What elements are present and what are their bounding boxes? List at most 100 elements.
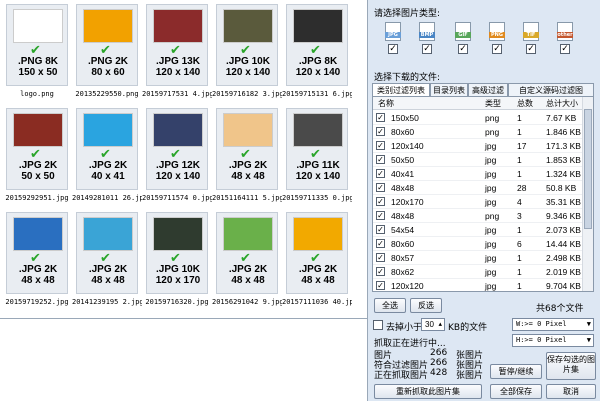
cell-size: 1.324 KB bbox=[546, 169, 581, 179]
column-count[interactable]: 总数 bbox=[517, 98, 533, 109]
file-type-checkbox[interactable]: ✓ bbox=[388, 44, 398, 54]
thumbnail-frame: ✔ .JPG 10K 120 x 140 bbox=[216, 4, 278, 86]
thumbnail-format: .JPG 2K bbox=[228, 264, 268, 275]
cell-size: 2.019 KB bbox=[546, 267, 581, 277]
save-all-button[interactable]: 全部保存 bbox=[490, 384, 542, 399]
cancel-button[interactable]: 取消 bbox=[546, 384, 596, 399]
file-table: 名称 类型 总数 总计大小 ✓ 150x50 png 1 7.67 KB ✓ 80x60 pn… bbox=[372, 96, 594, 292]
thumbnail-frame: ✔ .JPG 2K 40 x 41 bbox=[76, 108, 138, 190]
thumbnail-format: .JPG 2K bbox=[18, 264, 58, 275]
file-type-checkbox[interactable]: ✓ bbox=[526, 44, 536, 54]
check-icon: ✔ bbox=[310, 147, 321, 162]
table-row[interactable]: ✓ 54x54 jpg 1 2.073 KB bbox=[373, 223, 583, 237]
table-row[interactable]: ✓ 48x48 jpg 28 50.8 KB bbox=[373, 181, 583, 195]
thumbnail-dimensions: 120 x 140 bbox=[295, 67, 341, 78]
file-type-checkbox[interactable]: ✓ bbox=[422, 44, 432, 54]
cell-size: 9.346 KB bbox=[546, 211, 581, 221]
thumbnail-dimensions: 48 x 48 bbox=[91, 275, 125, 286]
thumbnail-format: .JPG 2K bbox=[88, 264, 128, 275]
table-row[interactable]: ✓ 80x60 jpg 6 14.44 KB bbox=[373, 237, 583, 251]
cell-type: png bbox=[485, 113, 500, 123]
file-type-label: PNG bbox=[489, 32, 505, 38]
check-icon: ✔ bbox=[30, 43, 41, 58]
height-filter-select[interactable]: H:>= 0 Pixel ▼ bbox=[512, 334, 594, 347]
row-checkbox[interactable]: ✓ bbox=[376, 169, 385, 178]
thumbnail-dimensions: 80 x 60 bbox=[91, 67, 125, 78]
stat-label: 正在抓取图片 bbox=[374, 371, 429, 381]
thumbnail-dimensions: 48 x 48 bbox=[231, 275, 265, 286]
bmp-icon: BMP bbox=[419, 22, 435, 41]
table-row[interactable]: ✓ 120x120 jpg 1 9.704 KB bbox=[373, 279, 583, 291]
row-checkbox[interactable]: ✓ bbox=[376, 225, 385, 234]
file-type-option: TIF ✓ bbox=[520, 22, 542, 54]
scrollbar-thumb[interactable] bbox=[584, 109, 592, 229]
file-type-checkbox[interactable]: ✓ bbox=[492, 44, 502, 54]
files-title: 选择下载的文件: bbox=[374, 73, 441, 83]
pause-resume-button[interactable]: 暂停/继续 bbox=[490, 364, 542, 379]
row-checkbox[interactable]: ✓ bbox=[376, 281, 385, 290]
thumbnail-filename: 20159292951.jpg bbox=[5, 194, 69, 202]
check-icon: ✔ bbox=[310, 251, 321, 266]
remove-small-checkbox[interactable] bbox=[373, 320, 383, 330]
cell-type: png bbox=[485, 211, 500, 221]
thumbnail-filename: 20159716182 3.jpg bbox=[212, 90, 282, 98]
spinner-icon[interactable]: ▴ bbox=[438, 319, 442, 330]
row-checkbox[interactable]: ✓ bbox=[376, 239, 385, 248]
table-row[interactable]: ✓ 150x50 png 1 7.67 KB bbox=[373, 111, 583, 125]
check-icon: ✔ bbox=[310, 43, 321, 58]
table-scrollbar[interactable] bbox=[582, 97, 593, 291]
cell-name: 40x41 bbox=[391, 169, 415, 179]
table-row[interactable]: ✓ 80x60 png 1 1.846 KB bbox=[373, 125, 583, 139]
tab-directory-list[interactable]: 目录列表 bbox=[430, 83, 468, 97]
thumbnail-filename: 20141239195 2.jpg bbox=[72, 298, 142, 306]
tab-category-filter[interactable]: 类别过滤列表 bbox=[372, 83, 430, 97]
cell-type: jpg bbox=[485, 281, 497, 291]
chevron-down-icon: ▼ bbox=[586, 320, 591, 328]
cell-count: 17 bbox=[517, 141, 527, 151]
table-row[interactable]: ✓ 40x41 jpg 1 1.324 KB bbox=[373, 167, 583, 181]
table-header: 名称 类型 总数 总计大小 bbox=[373, 97, 583, 110]
thumbnail-image bbox=[223, 113, 273, 147]
thumbnail-filename: 20157111036 40.jpg bbox=[282, 298, 352, 306]
save-selected-button[interactable]: 保存勾选的图片集 bbox=[546, 352, 596, 380]
tab-advanced-filter[interactable]: 高级过滤 bbox=[468, 83, 508, 97]
invert-selection-button[interactable]: 反选 bbox=[410, 298, 442, 313]
row-checkbox[interactable]: ✓ bbox=[376, 127, 385, 136]
row-checkbox[interactable]: ✓ bbox=[376, 155, 385, 164]
column-type[interactable]: 类型 bbox=[485, 98, 501, 109]
width-filter-select[interactable]: W:>= 0 Pixel ▼ bbox=[512, 318, 594, 331]
row-checkbox[interactable]: ✓ bbox=[376, 113, 385, 122]
cell-type: jpg bbox=[485, 239, 497, 249]
row-checkbox[interactable]: ✓ bbox=[376, 211, 385, 220]
tab-custom-source-filter[interactable]: 自定义源码过滤图 bbox=[508, 83, 594, 97]
row-checkbox[interactable]: ✓ bbox=[376, 267, 385, 276]
file-type-checkbox[interactable]: ✓ bbox=[458, 44, 468, 54]
table-row[interactable]: ✓ 80x62 jpg 1 2.019 KB bbox=[373, 265, 583, 279]
check-icon: ✔ bbox=[170, 251, 181, 266]
cell-name: 48x48 bbox=[391, 183, 415, 193]
table-row[interactable]: ✓ 120x170 jpg 4 35.31 KB bbox=[373, 195, 583, 209]
cell-name: 80x62 bbox=[391, 267, 415, 277]
table-row[interactable]: ✓ 120x140 jpg 17 171.3 KB bbox=[373, 139, 583, 153]
thumbnail-image bbox=[13, 217, 63, 251]
row-checkbox[interactable]: ✓ bbox=[376, 197, 385, 206]
thumbnail-dimensions: 120 x 170 bbox=[155, 275, 201, 286]
table-row[interactable]: ✓ 80x57 jpg 1 2.498 KB bbox=[373, 251, 583, 265]
column-size[interactable]: 总计大小 bbox=[546, 98, 578, 109]
file-type-checkbox[interactable]: ✓ bbox=[560, 44, 570, 54]
table-row[interactable]: ✓ 50x50 jpg 1 1.853 KB bbox=[373, 153, 583, 167]
row-checkbox[interactable]: ✓ bbox=[376, 183, 385, 192]
file-type-option: PNG ✓ bbox=[486, 22, 508, 54]
row-checkbox[interactable]: ✓ bbox=[376, 141, 385, 150]
select-all-button[interactable]: 全选 bbox=[374, 298, 406, 313]
row-checkbox[interactable]: ✓ bbox=[376, 253, 385, 262]
log-area bbox=[0, 318, 368, 401]
thumbnail-frame: ✔ .JPG 13K 120 x 140 bbox=[146, 4, 208, 86]
table-row[interactable]: ✓ 48x48 png 3 9.346 KB bbox=[373, 209, 583, 223]
remove-small-input[interactable]: 30 ▴ bbox=[421, 318, 445, 331]
cell-type: jpg bbox=[485, 155, 497, 165]
file-type-option: GIF ✓ bbox=[452, 22, 474, 54]
cell-type: jpg bbox=[485, 169, 497, 179]
column-name[interactable]: 名称 bbox=[378, 98, 394, 109]
recapture-button[interactable]: 重新抓取此图片集 bbox=[374, 384, 482, 399]
